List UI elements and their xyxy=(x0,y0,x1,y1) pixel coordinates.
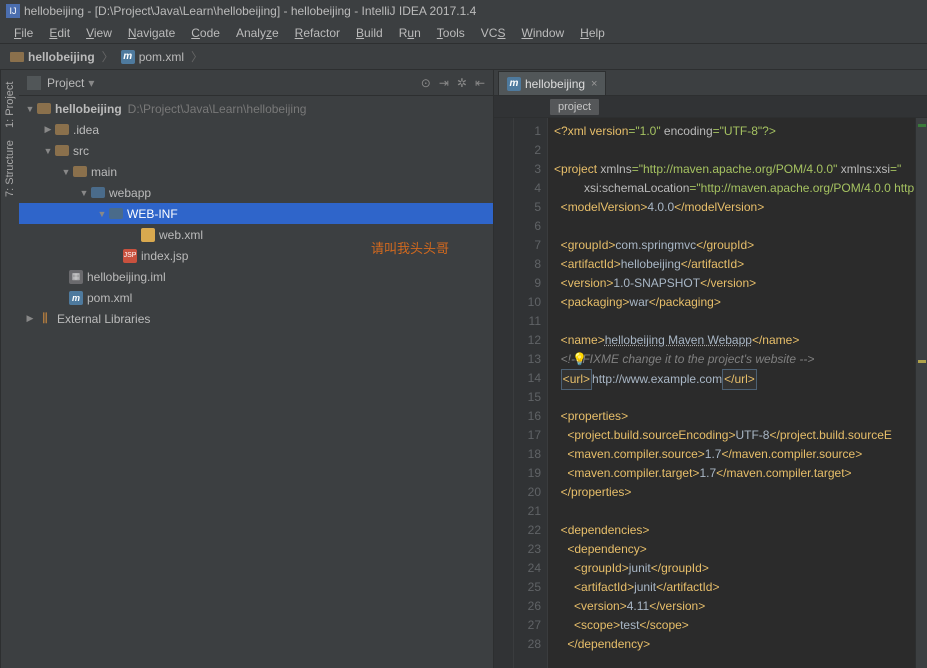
error-stripe[interactable] xyxy=(915,118,927,668)
left-tool-strip: 7: Structure 1: Project xyxy=(0,70,19,668)
menu-run[interactable]: Run xyxy=(391,24,429,42)
expand-icon[interactable] xyxy=(23,104,37,114)
close-icon[interactable]: × xyxy=(591,78,597,90)
tree-node-extlib[interactable]: ⫼ External Libraries xyxy=(19,308,493,329)
expand-icon[interactable] xyxy=(41,146,55,156)
menu-navigate[interactable]: Navigate xyxy=(120,24,183,42)
hide-icon[interactable]: ⇤ xyxy=(475,76,485,90)
menu-file[interactable]: File xyxy=(6,24,41,42)
project-tree[interactable]: hellobeijing D:\Project\Java\Learn\hello… xyxy=(19,96,493,668)
maven-icon: m xyxy=(121,50,135,64)
menu-analyze[interactable]: Analyze xyxy=(228,24,287,42)
folder-icon xyxy=(73,166,87,177)
breadcrumb-file[interactable]: m pom.xml xyxy=(117,50,188,64)
expand-icon[interactable] xyxy=(41,124,55,135)
tree-path: D:\Project\Java\Learn\hellobeijing xyxy=(128,102,307,116)
code-content[interactable]: <?xml version="1.0" encoding="UTF-8"?><p… xyxy=(548,118,927,668)
tree-node-root[interactable]: hellobeijing D:\Project\Java\Learn\hello… xyxy=(19,98,493,119)
tree-label: webapp xyxy=(109,186,151,200)
expand-icon[interactable] xyxy=(23,313,37,324)
folder-icon xyxy=(55,145,69,156)
editor-breadcrumb: project xyxy=(494,96,927,118)
warning-marker[interactable] xyxy=(918,360,926,363)
tree-label: index.jsp xyxy=(141,249,188,263)
tree-label: hellobeijing xyxy=(55,102,122,116)
tree-node-src[interactable]: src xyxy=(19,140,493,161)
code-editor[interactable]: 1234567891011121314151617181920212223242… xyxy=(494,118,927,668)
menu-vcs[interactable]: VCS xyxy=(473,24,514,42)
menu-bar: File Edit View Navigate Code Analyze Ref… xyxy=(0,22,927,44)
iml-file-icon: ▦ xyxy=(69,270,83,284)
project-tool-title: Project xyxy=(47,76,84,90)
toolstrip-project[interactable]: 1: Project xyxy=(4,82,16,128)
gutter-markers xyxy=(494,118,514,668)
toolstrip-structure[interactable]: 7: Structure xyxy=(4,140,16,197)
status-indicator xyxy=(918,124,926,127)
window-title: hellobeijing - [D:\Project\Java\Learn\he… xyxy=(24,4,476,18)
tree-label: WEB-INF xyxy=(127,207,178,221)
breadcrumb-file-label: pom.xml xyxy=(139,50,184,64)
tree-label: src xyxy=(73,144,89,158)
menu-build[interactable]: Build xyxy=(348,24,391,42)
menu-help[interactable]: Help xyxy=(572,24,613,42)
tree-node-pom[interactable]: m pom.xml xyxy=(19,287,493,308)
scroll-from-source-icon[interactable]: ⊙ xyxy=(421,76,431,90)
tree-label: .idea xyxy=(73,123,99,137)
line-gutter: 1234567891011121314151617181920212223242… xyxy=(514,118,548,668)
menu-tools[interactable]: Tools xyxy=(429,24,473,42)
tree-node-webapp[interactable]: webapp xyxy=(19,182,493,203)
project-icon xyxy=(27,76,41,90)
expand-icon[interactable] xyxy=(95,209,109,219)
menu-refactor[interactable]: Refactor xyxy=(287,24,348,42)
editor-tab-hellobeijing[interactable]: m hellobeijing × xyxy=(498,71,606,95)
chevron-right-icon: 〉 xyxy=(188,48,206,65)
tree-label: hellobeijing.iml xyxy=(87,270,166,284)
expand-icon[interactable] xyxy=(59,167,73,177)
maven-icon: m xyxy=(507,77,521,91)
editor-tabs: m hellobeijing × xyxy=(494,70,927,96)
title-bar: IJ hellobeijing - [D:\Project\Java\Learn… xyxy=(0,0,927,22)
tree-node-webinf[interactable]: WEB-INF xyxy=(19,203,493,224)
editor-area: m hellobeijing × project 123456789101112… xyxy=(494,70,927,668)
expand-icon[interactable] xyxy=(77,188,91,198)
chevron-right-icon: 〉 xyxy=(99,48,117,65)
tree-label: web.xml xyxy=(159,228,203,242)
app-icon: IJ xyxy=(6,4,20,18)
breadcrumb-root[interactable]: hellobeijing xyxy=(6,50,99,64)
project-tool-window: Project ▾ ⊙ ⇥ ✲ ⇤ hellobeijing D:\Projec… xyxy=(19,70,494,668)
intention-bulb-icon[interactable]: 💡 xyxy=(572,350,587,369)
menu-window[interactable]: Window xyxy=(513,24,572,42)
collapse-all-icon[interactable]: ⇥ xyxy=(439,76,449,90)
settings-icon[interactable]: ✲ xyxy=(457,76,467,90)
xml-path-crumb[interactable]: project xyxy=(550,99,599,115)
tree-label: main xyxy=(91,165,117,179)
menu-view[interactable]: View xyxy=(78,24,120,42)
project-tool-header: Project ▾ ⊙ ⇥ ✲ ⇤ xyxy=(19,70,493,96)
nav-breadcrumb: hellobeijing 〉 m pom.xml 〉 xyxy=(0,44,927,70)
menu-code[interactable]: Code xyxy=(183,24,228,42)
web-folder-icon xyxy=(91,187,105,198)
menu-edit[interactable]: Edit xyxy=(41,24,78,42)
library-icon: ⫼ xyxy=(37,312,53,326)
breadcrumb-root-label: hellobeijing xyxy=(28,50,95,64)
jsp-file-icon: JSP xyxy=(123,249,137,263)
tree-label: pom.xml xyxy=(87,291,132,305)
folder-icon xyxy=(37,103,51,114)
folder-icon xyxy=(55,124,69,135)
dropdown-icon[interactable]: ▾ xyxy=(88,76,94,90)
xml-file-icon xyxy=(141,228,155,242)
folder-icon xyxy=(10,52,24,62)
tree-label: External Libraries xyxy=(57,312,150,326)
maven-icon: m xyxy=(69,291,83,305)
tab-label: hellobeijing xyxy=(525,77,585,91)
tree-node-iml[interactable]: ▦ hellobeijing.iml xyxy=(19,266,493,287)
watermark-text: 请叫我头头哥 xyxy=(371,238,449,257)
web-folder-icon xyxy=(109,208,123,219)
tree-node-idea[interactable]: .idea xyxy=(19,119,493,140)
tree-node-main[interactable]: main xyxy=(19,161,493,182)
